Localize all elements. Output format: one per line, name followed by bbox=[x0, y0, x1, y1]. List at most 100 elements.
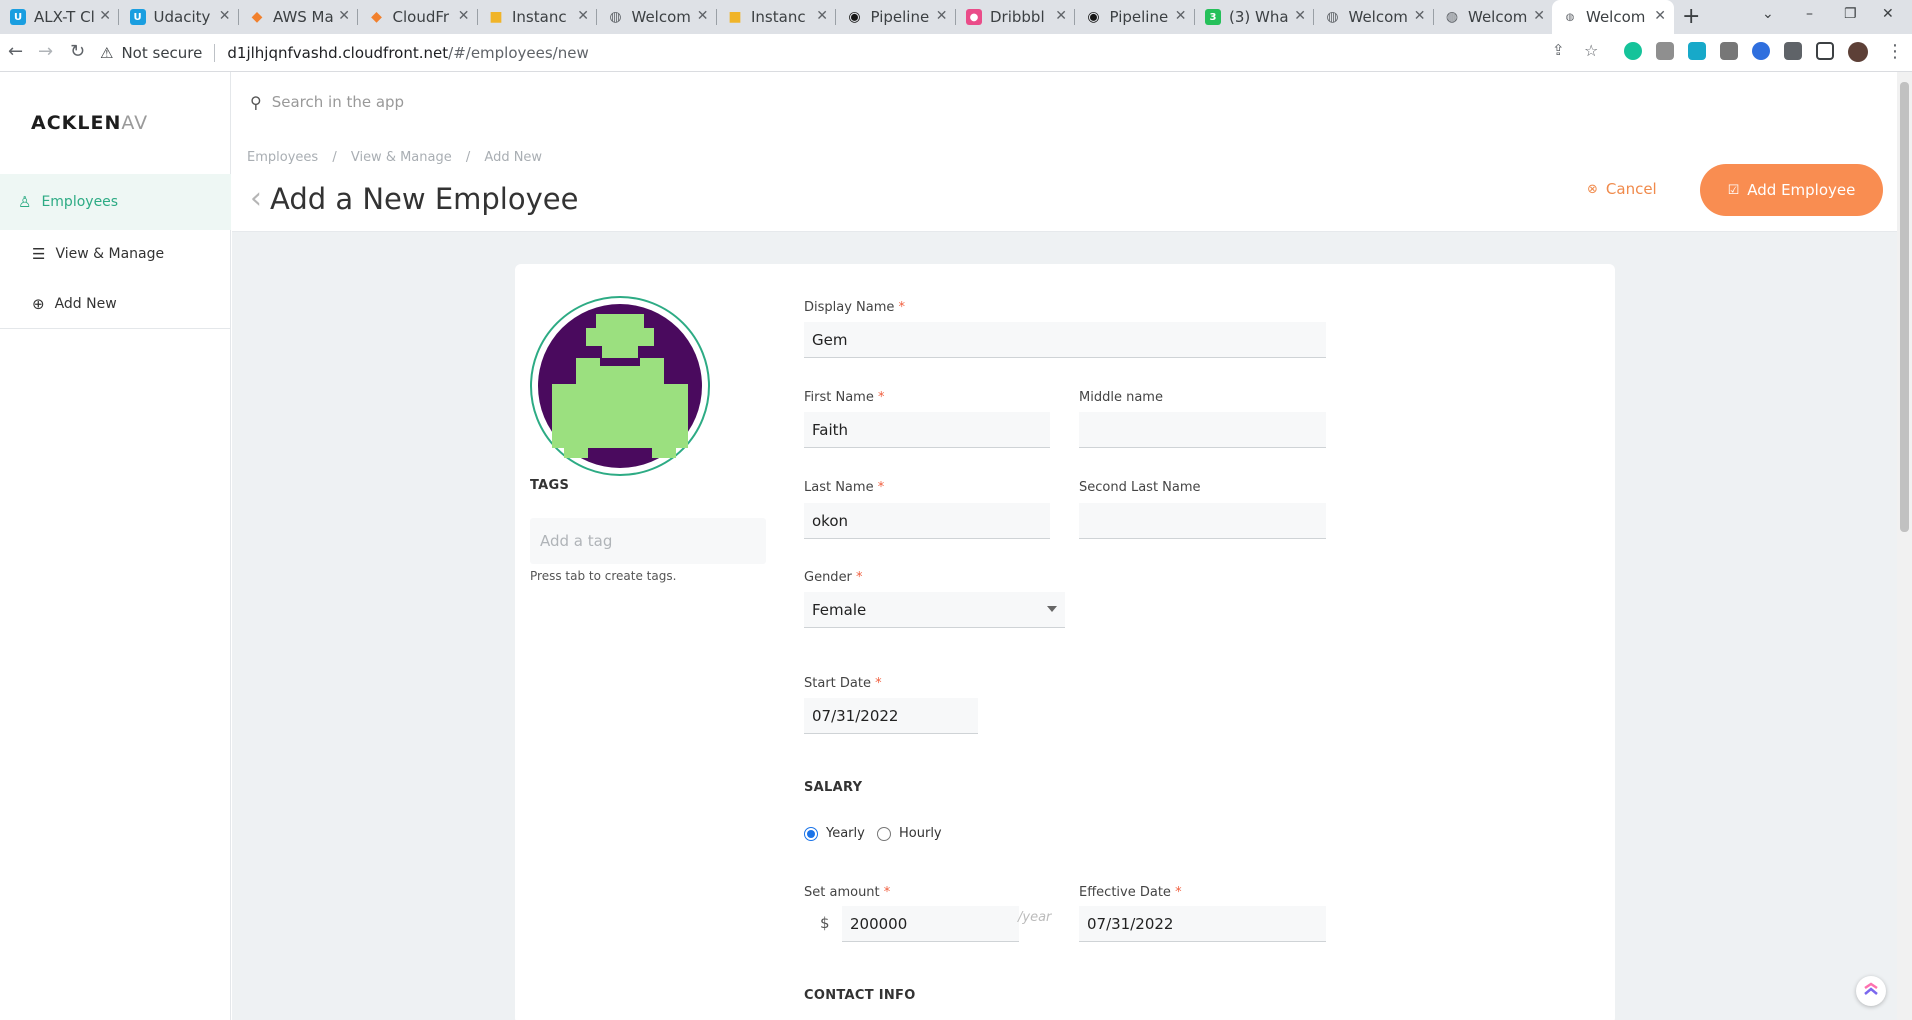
close-icon[interactable]: ✕ bbox=[219, 8, 231, 24]
extension-icon[interactable] bbox=[1688, 42, 1706, 60]
browser-tab-active[interactable]: ◍ Welcom ✕ bbox=[1552, 0, 1674, 34]
tag-input[interactable]: Add a tag bbox=[530, 518, 766, 564]
aws-icon: ◆ bbox=[251, 9, 263, 25]
radio-dot bbox=[877, 826, 891, 841]
radio-hourly[interactable]: Hourly bbox=[877, 826, 942, 841]
page-title: ‹ Add a New Employee bbox=[250, 181, 578, 216]
url-field[interactable]: ⚠ Not secure d1jlhjqnfvashd.cloudfront.n… bbox=[100, 40, 1550, 66]
tag-help-text: Press tab to create tags. bbox=[530, 569, 677, 583]
second-last-name-field[interactable] bbox=[1079, 503, 1326, 539]
close-icon[interactable]: ✕ bbox=[1533, 8, 1545, 24]
gender-select[interactable]: Female bbox=[804, 592, 1065, 628]
browser-tab[interactable]: ◆ CloudFr ✕ bbox=[359, 0, 478, 34]
sidebar-item-label: Add New bbox=[54, 296, 117, 312]
extension-icon[interactable] bbox=[1752, 42, 1770, 60]
grammarly-icon[interactable] bbox=[1624, 42, 1642, 60]
scrollbar[interactable] bbox=[1897, 72, 1912, 1020]
required-mark: * bbox=[856, 570, 863, 585]
browser-tab[interactable]: ◍ Welcom ✕ bbox=[1434, 0, 1553, 34]
forward-icon[interactable]: → bbox=[38, 41, 53, 62]
amount-field[interactable]: 200000 bbox=[842, 906, 1019, 942]
label-text: Display Name bbox=[804, 300, 895, 315]
browser-tab[interactable]: ◆ AWS Ma ✕ bbox=[239, 0, 358, 34]
close-icon[interactable]: ✕ bbox=[1414, 8, 1426, 24]
required-mark: * bbox=[883, 885, 891, 900]
logo[interactable]: ACKLENAV bbox=[31, 112, 148, 134]
minimize-icon[interactable]: – bbox=[1806, 6, 1813, 22]
reload-icon[interactable]: ↻ bbox=[70, 41, 85, 62]
browser-tab[interactable]: U ALX-T Cl ✕ bbox=[0, 0, 119, 34]
add-employee-button[interactable]: ☑ Add Employee bbox=[1700, 164, 1883, 216]
last-name-field[interactable]: okon bbox=[804, 503, 1050, 539]
new-tab-button[interactable]: + bbox=[1682, 4, 1700, 29]
list-icon: ☰ bbox=[32, 245, 46, 263]
camera-icon[interactable] bbox=[1656, 42, 1674, 60]
close-icon[interactable]: ✕ bbox=[697, 8, 709, 24]
close-icon[interactable]: ✕ bbox=[1175, 8, 1187, 24]
close-icon[interactable]: ✕ bbox=[1294, 8, 1306, 24]
search-icon: ⚲ bbox=[250, 92, 262, 112]
close-icon[interactable]: ✕ bbox=[816, 8, 828, 24]
clickup-icon[interactable] bbox=[1856, 976, 1886, 1006]
second-last-name-label: Second Last Name bbox=[1079, 480, 1201, 495]
amount-label: Set amount * bbox=[804, 885, 890, 900]
back-icon[interactable]: ← bbox=[8, 41, 23, 62]
restore-icon[interactable]: ❐ bbox=[1844, 6, 1857, 22]
radio-yearly[interactable]: Yearly bbox=[804, 826, 865, 841]
eyedropper-icon[interactable] bbox=[1720, 42, 1738, 60]
required-mark: * bbox=[1175, 885, 1182, 900]
avatar[interactable] bbox=[530, 296, 710, 476]
divider bbox=[0, 328, 231, 329]
browser-tab[interactable]: U Udacity ✕ bbox=[120, 0, 239, 34]
sidebar-item-view-manage[interactable]: ☰ View & Manage bbox=[0, 226, 231, 282]
close-icon[interactable]: ✕ bbox=[1055, 8, 1067, 24]
tab-search-icon[interactable]: ⌄ bbox=[1762, 6, 1774, 22]
browser-tab[interactable]: ◉ Pipeline ✕ bbox=[1076, 0, 1195, 34]
effective-date-label: Effective Date * bbox=[1079, 885, 1182, 900]
chevron-left-icon[interactable]: ‹ bbox=[250, 181, 262, 216]
display-name-field[interactable]: Gem bbox=[804, 322, 1326, 358]
scrollbar-thumb[interactable] bbox=[1900, 82, 1909, 532]
close-circle-icon: ⊗ bbox=[1587, 181, 1598, 197]
browser-tab[interactable]: ■ Instanc ✕ bbox=[717, 0, 836, 34]
sidebar-item-add-new[interactable]: ⊕ Add New bbox=[0, 276, 231, 332]
window-close-icon[interactable]: ✕ bbox=[1882, 6, 1894, 22]
label-text: Effective Date bbox=[1079, 885, 1171, 900]
start-date-field[interactable]: 07/31/2022 bbox=[804, 698, 978, 734]
star-icon[interactable]: ☆ bbox=[1584, 41, 1598, 60]
breadcrumb-view-manage[interactable]: View & Manage bbox=[351, 150, 452, 165]
close-icon[interactable]: ✕ bbox=[338, 8, 350, 24]
first-name-label: First Name * bbox=[804, 390, 884, 405]
browser-tab[interactable]: 3 (3) Wha ✕ bbox=[1195, 0, 1314, 34]
close-icon[interactable]: ✕ bbox=[1654, 8, 1666, 24]
cancel-button[interactable]: ⊗ Cancel bbox=[1587, 180, 1657, 198]
search-input[interactable]: Search in the app bbox=[272, 93, 404, 111]
profile-avatar[interactable] bbox=[1848, 42, 1868, 62]
breadcrumb-employees[interactable]: Employees bbox=[247, 150, 318, 165]
browser-tab[interactable]: ◍ Welcom ✕ bbox=[1315, 0, 1434, 34]
menu-icon[interactable]: ⋮ bbox=[1886, 41, 1904, 62]
required-mark: * bbox=[898, 300, 906, 315]
browser-tab[interactable]: ■ Instanc ✕ bbox=[478, 0, 597, 34]
sidepanel-icon[interactable] bbox=[1816, 42, 1834, 60]
close-icon[interactable]: ✕ bbox=[577, 8, 589, 24]
middle-name-field[interactable] bbox=[1079, 412, 1326, 448]
browser-tab-title: Pipeline bbox=[1109, 8, 1169, 26]
browser-tab[interactable]: ◉ Pipeline ✕ bbox=[837, 0, 956, 34]
first-name-field[interactable]: Faith bbox=[804, 412, 1050, 448]
required-mark: * bbox=[877, 480, 885, 495]
breadcrumb: Employees / View & Manage / Add New bbox=[247, 150, 552, 165]
close-icon[interactable]: ✕ bbox=[936, 8, 948, 24]
address-bar: ← → ↻ ⚠ Not secure d1jlhjqnfvashd.cloudf… bbox=[0, 34, 1912, 72]
browser-tab[interactable]: ● Dribbbl ✕ bbox=[956, 0, 1075, 34]
effective-date-field[interactable]: 07/31/2022 bbox=[1079, 906, 1326, 942]
close-icon[interactable]: ✕ bbox=[99, 8, 111, 24]
share-icon[interactable]: ⇪ bbox=[1552, 41, 1565, 59]
browser-tab[interactable]: ◍ Welcom ✕ bbox=[598, 0, 717, 34]
sidebar-item-employees[interactable]: ♙ Employees bbox=[0, 174, 231, 230]
close-icon[interactable]: ✕ bbox=[458, 8, 470, 24]
puzzle-icon[interactable] bbox=[1784, 42, 1802, 60]
logo-text-fade: AV bbox=[121, 112, 149, 134]
browser-tab-title: Udacity bbox=[153, 8, 211, 26]
app-search[interactable]: ⚲ Search in the app bbox=[232, 72, 1512, 132]
